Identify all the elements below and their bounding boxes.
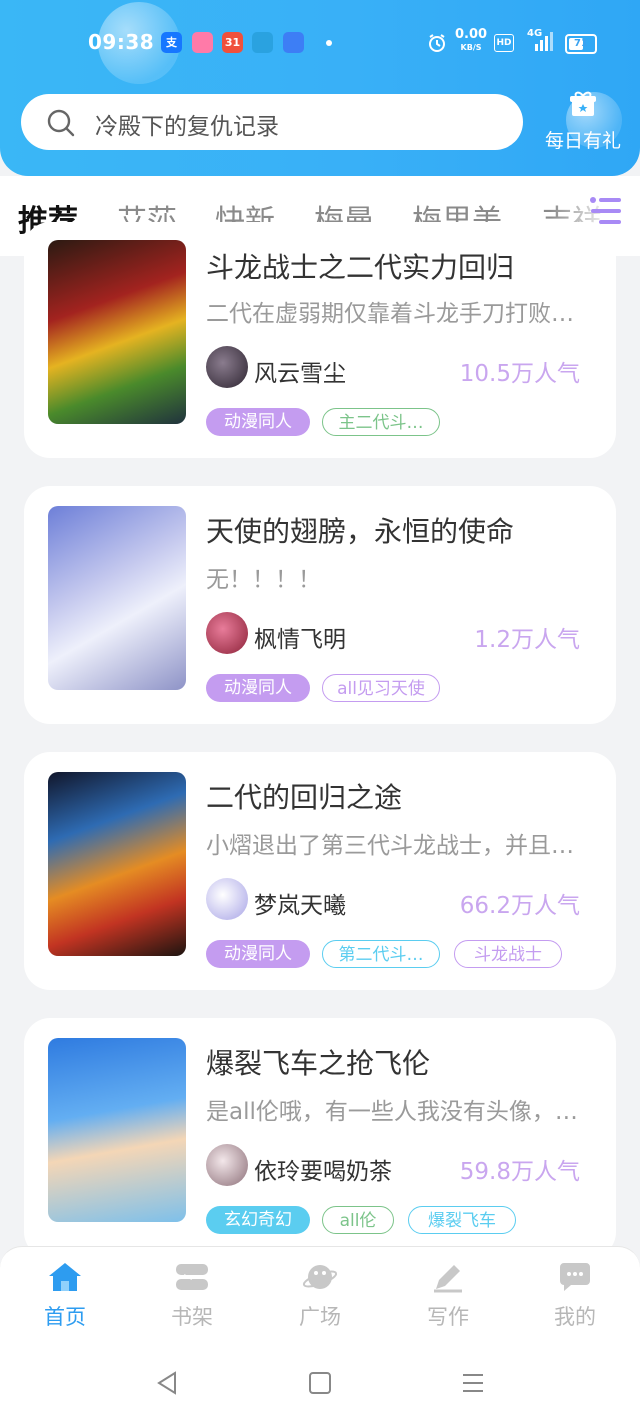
battery-level: 71 <box>574 38 588 49</box>
popularity: 59.8万人气 <box>459 1159 580 1185</box>
tag[interactable]: all见习天使 <box>322 674 440 702</box>
author-name: 风云雪尘 <box>254 361 346 387</box>
tag[interactable]: 玄幻奇幻 <box>206 1206 310 1234</box>
nav-write-label: 写作 <box>427 1305 469 1329</box>
book-cover <box>48 506 186 690</box>
battery-icon: 71 <box>565 34 597 54</box>
avatar <box>206 612 248 654</box>
book-desc: 是all伦哦，有一些人我没有头像，… <box>206 1099 578 1125</box>
nav-mine-label: 我的 <box>554 1305 596 1329</box>
book-card[interactable]: 二代的回归之途 小熠退出了第三代斗龙战士，并且… 梦岚天曦 66.2万人气 动漫… <box>24 752 616 990</box>
book-cover <box>48 772 186 956</box>
book-desc: 小熠退出了第三代斗龙战士，并且… <box>206 833 574 859</box>
book-title: 爆裂飞车之抢飞伦 <box>206 1047 431 1080</box>
tag[interactable]: 动漫同人 <box>206 408 310 436</box>
chat-icon <box>557 1263 593 1297</box>
popularity: 66.2万人气 <box>459 893 580 919</box>
status-dot <box>326 40 332 46</box>
avatar <box>206 1144 248 1186</box>
search-query[interactable]: 冷殿下的复仇记录 <box>95 107 279 141</box>
book-title: 二代的回归之途 <box>206 781 403 814</box>
app-icon-alipay: 支 <box>161 32 182 53</box>
gift-icon <box>569 90 597 122</box>
tag[interactable]: 动漫同人 <box>206 940 310 968</box>
book-desc: 无！！！！ <box>206 567 321 593</box>
hd-badge: HD <box>494 34 514 52</box>
popularity: 10.5万人气 <box>459 361 580 387</box>
system-nav-bar <box>0 1344 640 1422</box>
app-icon-calendar: 31 <box>222 32 243 53</box>
bookshelf-icon <box>174 1264 210 1297</box>
back-icon[interactable] <box>155 1371 179 1399</box>
app-icon-telegram <box>252 32 273 53</box>
status-bar: 09:38 支 31 0.00 KB/S HD 4G 71 <box>0 24 640 60</box>
book-cover <box>48 1038 186 1222</box>
home-square-icon[interactable] <box>308 1371 332 1399</box>
planet-icon <box>302 1265 338 1297</box>
book-title: 天使的翅膀，永恒的使命 <box>206 515 515 548</box>
net-speed: 0.00 KB/S <box>455 27 488 52</box>
popularity: 1.2万人气 <box>474 627 580 653</box>
nav-home[interactable]: 首页 <box>25 1261 105 1331</box>
signal-icon: 4G <box>527 28 553 52</box>
avatar <box>206 878 248 920</box>
tag[interactable]: 斗龙战士 <box>454 940 562 968</box>
status-time: 09:38 <box>88 30 155 54</box>
header: 09:38 支 31 0.00 KB/S HD 4G 71 冷殿下的复仇记录 每日… <box>0 0 640 176</box>
recents-icon[interactable] <box>461 1371 485 1399</box>
tag[interactable]: 爆裂飞车 <box>408 1206 516 1234</box>
tag[interactable]: 动漫同人 <box>206 674 310 702</box>
search-icon <box>46 108 76 142</box>
nav-square[interactable]: 广场 <box>280 1261 360 1331</box>
nav-mine[interactable]: 我的 <box>535 1261 615 1331</box>
app-icon-cartoon <box>192 32 213 53</box>
nav-bookshelf-label: 书架 <box>171 1305 213 1329</box>
nav-bookshelf[interactable]: 书架 <box>152 1261 232 1331</box>
author-name: 梦岚天曦 <box>254 893 346 919</box>
tag[interactable]: 第二代斗… <box>322 940 440 968</box>
alarm-icon <box>427 33 447 57</box>
book-card[interactable]: 爆裂飞车之抢飞伦 是all伦哦，有一些人我没有头像，… 依玲要喝奶茶 59.8万… <box>24 1018 616 1258</box>
daily-gift-label: 每日有礼 <box>544 130 621 152</box>
pen-icon <box>430 1265 466 1297</box>
avatar <box>206 346 248 388</box>
book-title: 斗龙战士之二代实力回归 <box>206 251 515 284</box>
book-desc: 二代在虚弱期仅靠着斗龙手刀打败… <box>206 301 574 327</box>
book-cover <box>48 240 186 424</box>
app-icon-baidu <box>283 32 304 53</box>
tag[interactable]: 主二代斗… <box>322 408 440 436</box>
book-card[interactable]: 天使的翅膀，永恒的使命 无！！！！ 枫情飞明 1.2万人气 动漫同人 all见习… <box>24 486 616 724</box>
tag[interactable]: all伦 <box>322 1206 394 1234</box>
nav-home-label: 首页 <box>44 1305 86 1329</box>
home-icon <box>47 1263 83 1297</box>
daily-gift-button[interactable]: 每日有礼 <box>540 88 626 158</box>
bottom-nav: 首页 书架 广场 写作 我的 <box>0 1246 640 1345</box>
nav-square-label: 广场 <box>299 1305 341 1329</box>
author-name: 依玲要喝奶茶 <box>254 1159 392 1185</box>
book-card[interactable]: 斗龙战士之二代实力回归 二代在虚弱期仅靠着斗龙手刀打败… 风云雪尘 10.5万人… <box>24 222 616 458</box>
search-bar[interactable]: 冷殿下的复仇记录 <box>21 94 523 150</box>
author-name: 枫情飞明 <box>254 627 346 653</box>
nav-write[interactable]: 写作 <box>408 1261 488 1331</box>
